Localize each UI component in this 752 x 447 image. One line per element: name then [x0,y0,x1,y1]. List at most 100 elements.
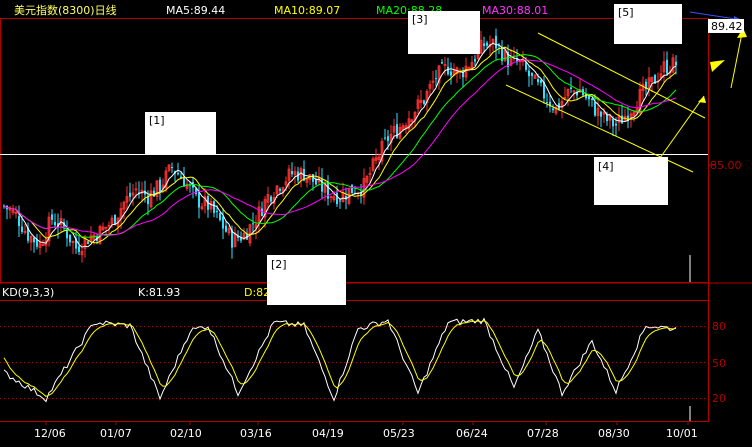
candle-body [252,223,254,225]
candle-body [159,179,161,193]
ma30-line [3,59,677,236]
candle-body [531,72,533,76]
candle-body [384,137,386,139]
candle-body [339,200,341,202]
candle-body [321,178,323,192]
chart-title: 美元指数(8300)日线 [14,3,117,17]
candle-body [594,101,596,116]
annotation-label-2: [2] [271,258,287,271]
x-label-3: 02/10 [170,427,202,440]
x-label-10: 10/01 [666,427,698,440]
candle-body [546,101,548,103]
candle-body [315,180,317,185]
price-area [3,11,747,282]
annotation-box-5: [5] [614,4,682,44]
candle-body [435,78,437,80]
candle-body [450,71,452,76]
candle-body [537,79,539,83]
candle-body [525,62,527,70]
candle-body [612,119,614,127]
price-level-label: 85.00 [710,159,742,172]
price-panel-border [0,18,709,283]
kd-d-value: D:82 [244,286,270,299]
ma5-label: MA5:89.44 [166,4,225,17]
kd-tick-20: 20 [712,392,726,405]
candle-body [351,184,353,194]
x-label-9: 08/30 [598,427,630,440]
candlestick-chart: 美元指数(8300)日线 MA5:89.44 MA10:89.07 MA20:8… [0,3,752,440]
candle-body [474,58,476,62]
candle-body [615,123,617,126]
candle-body [528,70,530,77]
yellow-arrow-marker [710,60,725,72]
candle-body [447,66,449,75]
candle-body [216,210,218,213]
candle-body [33,237,35,243]
candle-body [552,108,554,111]
candle-body [270,196,272,202]
annotation-box-2: [2] [267,255,346,305]
annotation-label-3: [3] [412,13,428,26]
candle-body [291,171,293,175]
x-label-2: 01/07 [100,427,132,440]
kd-area [3,317,691,421]
annotation-label-1: [1] [149,114,165,127]
candle-body [483,43,485,47]
breakout-line [659,95,705,159]
ma5-line [3,42,677,248]
annotation-box-1: [1] [145,112,216,155]
kd-tick-50: 50 [712,357,726,370]
candle-body [495,35,497,49]
candle-body [441,62,443,64]
x-label-1: 12/06 [34,427,66,440]
candle-body [570,87,572,89]
annotation-label-5: [5] [618,6,634,19]
candle-body [114,215,116,225]
current-price-value: 89.42 [711,20,743,33]
candle-body [591,98,593,100]
candle-body [18,216,20,227]
candle-body [666,59,668,74]
candle-body [225,225,227,232]
candle-body [675,61,677,66]
kd-tick-80: 80 [712,320,726,333]
candle-body [87,241,89,244]
x-label-6: 05/23 [383,427,415,440]
candle-body [69,234,71,243]
candle-body [129,192,131,197]
ma10-label: MA10:89.07 [274,4,340,17]
breakout-arrow-head [698,96,706,103]
candle-body [219,213,221,220]
candle-body [177,172,179,175]
candle-body [171,166,173,168]
x-label-7: 06/24 [456,427,488,440]
x-label-5: 04/19 [312,427,344,440]
candle-body [600,111,602,117]
ma30-label: MA30:88.01 [482,4,548,17]
candle-body [54,221,56,226]
candle-body [423,100,425,104]
candle-body [540,80,542,83]
candle-body [279,188,281,191]
candle-body [222,216,224,229]
x-label-4: 03/16 [240,427,272,440]
candle-body [486,42,488,46]
kd-title: KD(9,3,3) [2,286,54,299]
candle-body [21,226,23,232]
kd-d-line [3,320,677,397]
candle-body [51,214,53,220]
candle-body [336,192,338,205]
candle-body [78,246,80,252]
annotation-box-4: [4] [594,157,668,205]
kd-k-line [3,317,677,403]
candle-body [213,201,215,213]
ma20-line [3,54,677,238]
candle-body [387,136,389,141]
candle-body [606,114,608,122]
annotation-label-4: [4] [598,160,614,173]
candle-body [198,192,200,208]
kd-k-value: K:81.93 [138,286,180,299]
candles [3,28,677,263]
x-label-8: 07/28 [527,427,559,440]
annotation-box-3: [3] [408,11,480,54]
